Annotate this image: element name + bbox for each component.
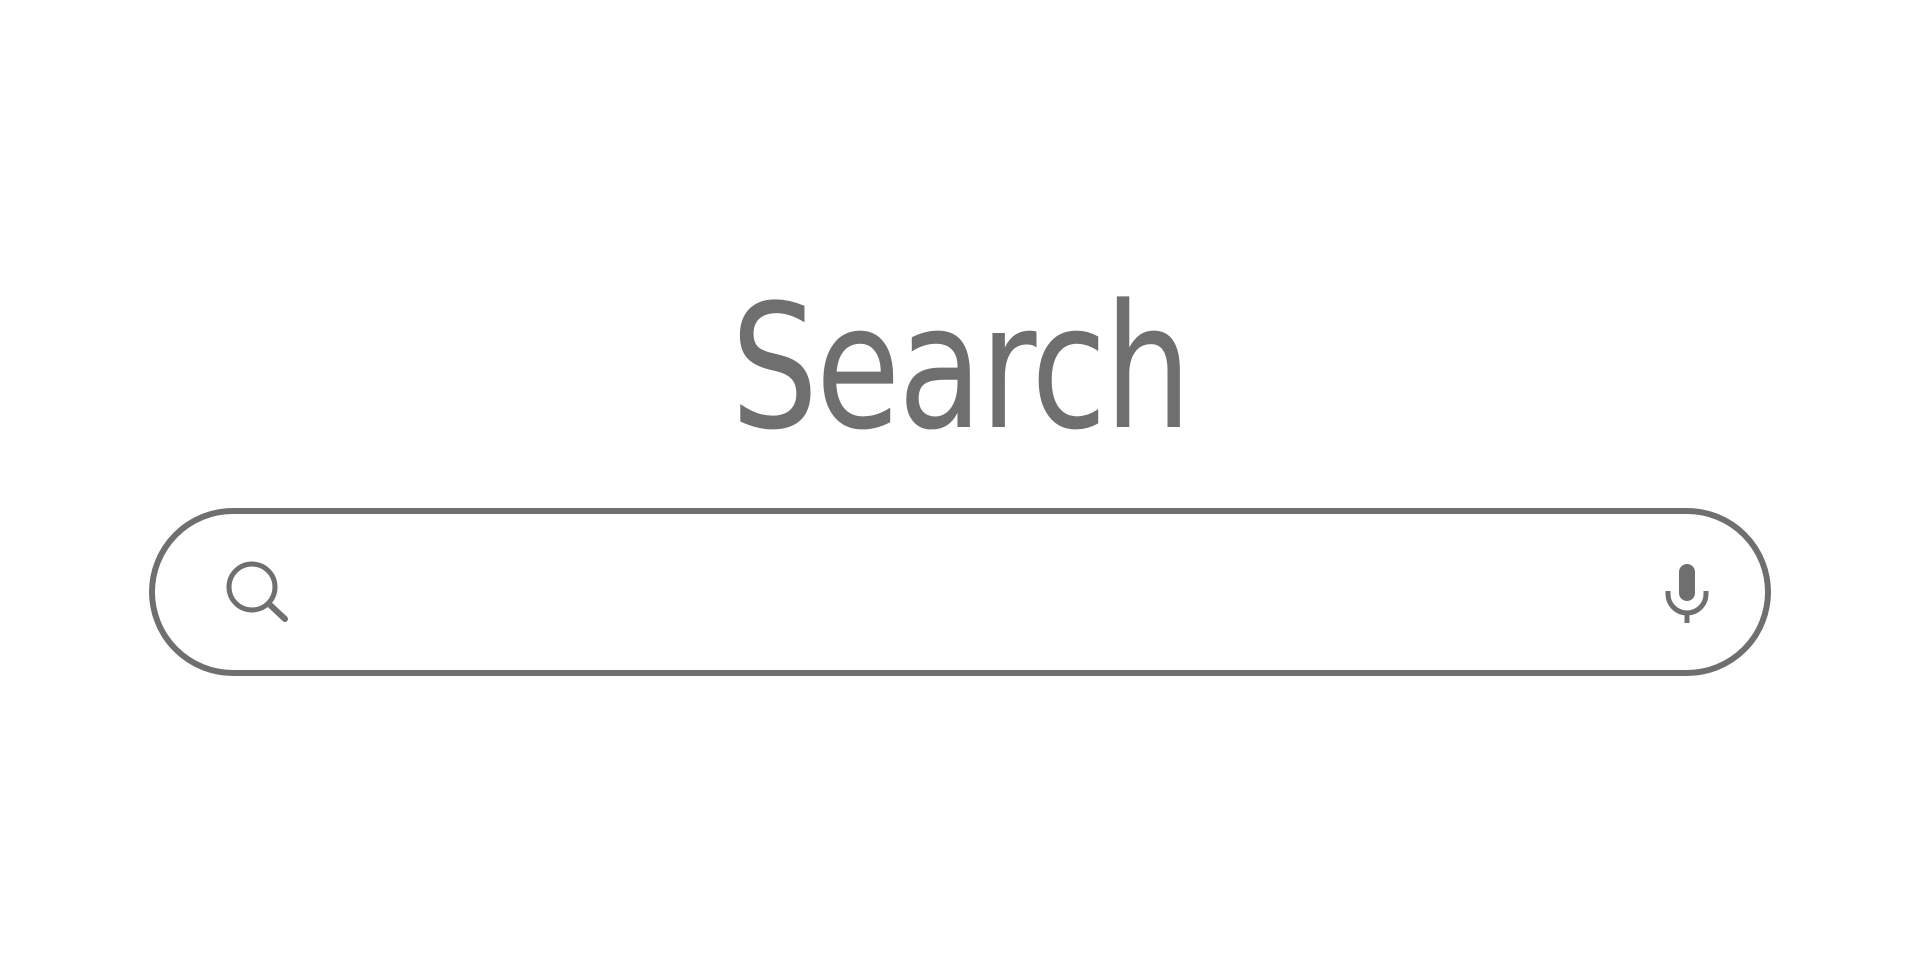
search-page: Search — [0, 0, 1920, 960]
page-title: Search — [730, 267, 1192, 468]
microphone-icon[interactable] — [1664, 563, 1710, 623]
search-icon[interactable] — [226, 561, 290, 625]
search-bar[interactable] — [149, 508, 1771, 676]
search-input[interactable] — [315, 544, 1579, 642]
